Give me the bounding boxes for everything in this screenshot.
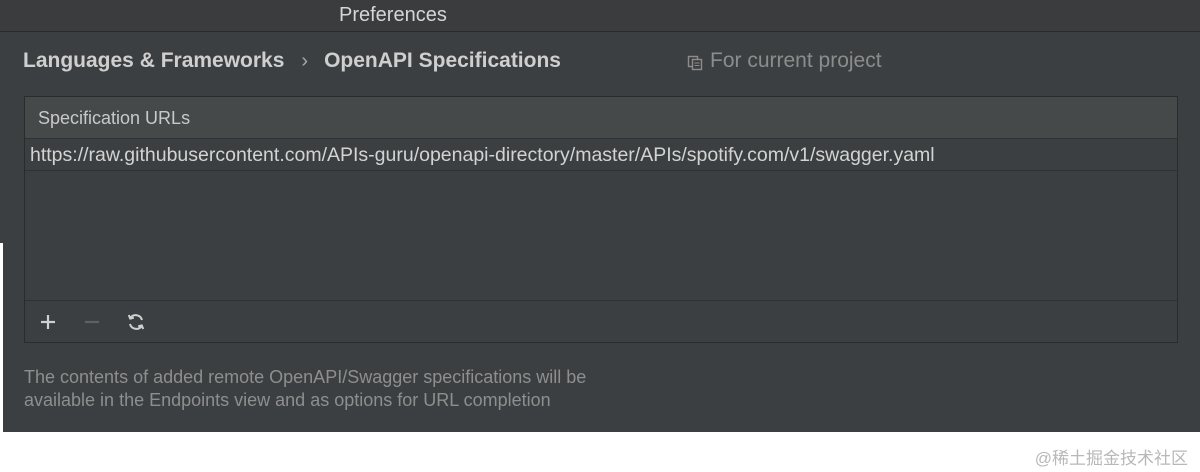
add-button[interactable] xyxy=(37,311,59,333)
scope-indicator: For current project xyxy=(687,47,882,75)
preferences-window: Preferences Languages & Frameworks › Ope… xyxy=(0,0,1200,432)
url-list[interactable]: https://raw.githubusercontent.com/APIs-g… xyxy=(25,139,1177,301)
help-text-line-1: The contents of added remote OpenAPI/Swa… xyxy=(24,367,587,387)
breadcrumb-parent[interactable]: Languages & Frameworks xyxy=(23,49,284,73)
url-cell[interactable]: https://raw.githubusercontent.com/APIs-g… xyxy=(30,144,935,167)
breadcrumb-current: OpenAPI Specifications xyxy=(324,49,561,72)
column-header-specification-urls: Specification URLs xyxy=(38,108,191,128)
specification-urls-panel: Specification URLs https://raw.githubuse… xyxy=(24,96,1178,343)
title-bar: Preferences xyxy=(0,0,1200,32)
refresh-icon xyxy=(127,313,145,330)
left-edge xyxy=(0,243,3,432)
minus-icon xyxy=(85,320,99,323)
table-header: Specification URLs xyxy=(25,97,1177,139)
copy-icon xyxy=(687,53,703,71)
remove-button[interactable] xyxy=(81,311,103,333)
window-title: Preferences xyxy=(339,4,447,26)
breadcrumb-separator: › xyxy=(301,49,309,72)
refresh-button[interactable] xyxy=(125,311,147,333)
help-text: The contents of added remote OpenAPI/Swa… xyxy=(24,366,586,412)
watermark: @稀土掘金技术社区 xyxy=(1034,449,1188,468)
list-toolbar xyxy=(25,301,1177,342)
breadcrumb: Languages & Frameworks › OpenAPI Specifi… xyxy=(23,47,561,75)
plus-icon xyxy=(41,314,55,329)
table-row[interactable]: https://raw.githubusercontent.com/APIs-g… xyxy=(25,139,1177,171)
scope-label: For current project xyxy=(710,49,882,72)
help-text-line-2: available in the Endpoints view and as o… xyxy=(24,390,551,410)
